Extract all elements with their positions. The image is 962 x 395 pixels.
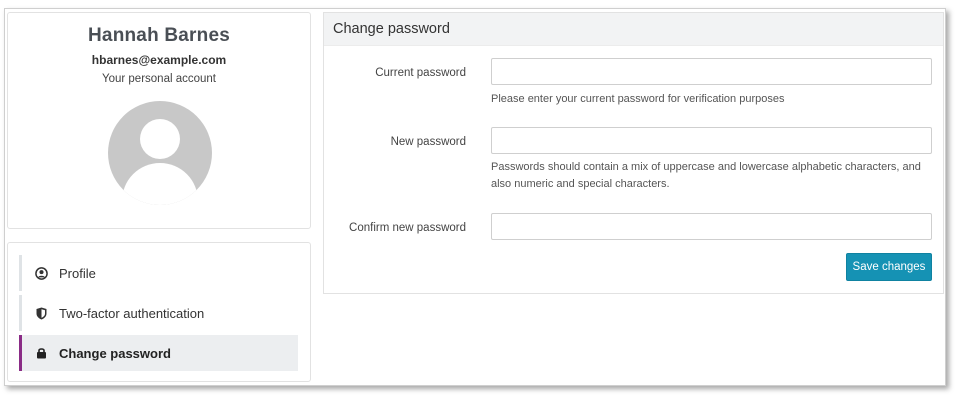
nav-item-two-factor[interactable]: Two-factor authentication: [19, 295, 298, 331]
avatar-head: [140, 119, 180, 159]
lock-icon: [34, 346, 48, 360]
nav-item-change-password[interactable]: Change password: [19, 335, 298, 371]
new-password-label: New password: [390, 136, 466, 148]
profile-card: Hannah Barnes hbarnes@example.com Your p…: [7, 12, 311, 229]
avatar: [108, 101, 212, 205]
nav-item-profile[interactable]: Profile: [19, 255, 298, 291]
settings-nav: Profile Two-factor authentication Change…: [7, 242, 311, 382]
profile-email: hbarnes@example.com: [91, 53, 227, 67]
save-button[interactable]: Save changes: [846, 253, 932, 281]
nav-item-label: Change password: [59, 345, 171, 361]
nav-item-label: Two-factor authentication: [59, 305, 205, 321]
avatar-body: [122, 163, 198, 205]
panel-title: Change password: [324, 13, 943, 46]
profile-name: Hannah Barnes: [88, 25, 230, 46]
current-password-input[interactable]: [491, 58, 932, 85]
current-password-help: Please enter your current password for v…: [491, 93, 785, 105]
user-circle-icon: [34, 266, 48, 280]
nav-item-label: Profile: [59, 265, 96, 281]
new-password-help: Passwords should contain a mix of upperc…: [491, 161, 921, 190]
shield-icon: [34, 306, 48, 320]
confirm-password-label: Confirm new password: [349, 222, 466, 234]
confirm-password-input[interactable]: [491, 213, 932, 240]
profile-subtitle: Your personal account: [101, 73, 217, 85]
current-password-label: Current password: [375, 67, 466, 79]
new-password-input[interactable]: [491, 127, 932, 154]
change-password-panel: Change password Current password Please …: [323, 12, 944, 294]
